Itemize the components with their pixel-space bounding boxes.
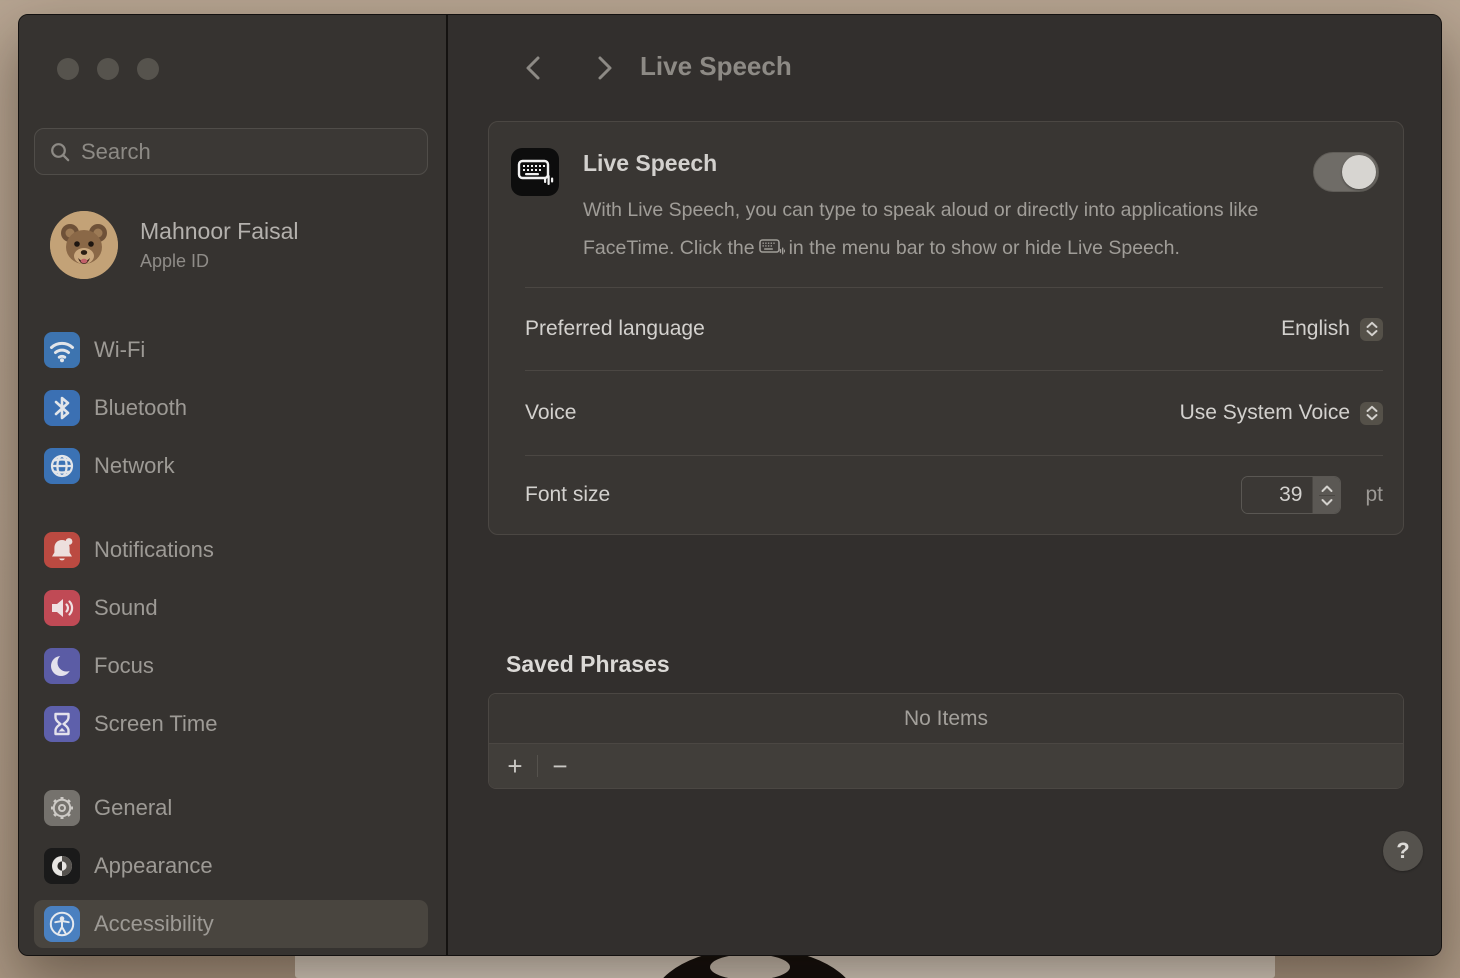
sidebar-item-notifications[interactable]: Notifications xyxy=(34,526,428,574)
traffic-lights xyxy=(57,58,159,80)
saved-phrases-list: No Items + − xyxy=(488,693,1404,789)
keyboard-icon xyxy=(759,237,785,257)
live-speech-card: Live Speech With Live Speech, you can ty… xyxy=(488,121,1404,535)
chevron-up-down-icon[interactable] xyxy=(1360,318,1383,341)
wifi-icon xyxy=(44,332,80,368)
font-size-row: Font size 39 pt xyxy=(525,455,1383,534)
profile-name: Mahnoor Faisal xyxy=(140,218,299,245)
sidebar-item-screen-time[interactable]: Screen Time xyxy=(34,700,428,748)
sidebar: Search Mahnoor Faisal Apple ID xyxy=(19,15,446,955)
live-speech-icon xyxy=(511,148,559,196)
sidebar-item-label: Screen Time xyxy=(94,711,218,737)
zoom-button[interactable] xyxy=(137,58,159,80)
gear-icon xyxy=(44,790,80,826)
search-icon xyxy=(49,141,71,163)
profile-subtitle: Apple ID xyxy=(140,251,299,272)
live-speech-toggle[interactable] xyxy=(1313,152,1379,192)
button-divider xyxy=(537,755,538,777)
close-button[interactable] xyxy=(57,58,79,80)
remove-phrase-button[interactable]: − xyxy=(544,751,576,781)
apple-id-item[interactable]: Mahnoor Faisal Apple ID xyxy=(50,211,299,279)
preferred-language-label: Preferred language xyxy=(525,317,705,341)
preferred-language-value: English xyxy=(1281,317,1350,341)
globe-icon xyxy=(44,448,80,484)
stepper-arrows[interactable] xyxy=(1312,477,1340,513)
font-size-value[interactable]: 39 xyxy=(1242,477,1312,513)
sidebar-group-network: Wi-Fi Bluetooth Network xyxy=(34,326,428,500)
sidebar-item-accessibility[interactable]: Accessibility xyxy=(34,900,428,948)
sidebar-item-network[interactable]: Network xyxy=(34,442,428,490)
sidebar-item-label: Notifications xyxy=(94,537,214,563)
stepper-down-icon xyxy=(1320,498,1334,507)
help-button[interactable]: ? xyxy=(1383,831,1423,871)
moon-icon xyxy=(44,648,80,684)
sidebar-item-sound[interactable]: Sound xyxy=(34,584,428,632)
preferred-language-control[interactable]: English xyxy=(1281,317,1383,341)
sidebar-item-label: Focus xyxy=(94,653,154,679)
stepper-up-icon xyxy=(1320,484,1334,493)
bluetooth-icon xyxy=(44,390,80,426)
sidebar-item-label: Sound xyxy=(94,595,158,621)
profile-text: Mahnoor Faisal Apple ID xyxy=(140,218,299,272)
sidebar-group-system: Notifications Sound Focus Screen Time xyxy=(34,526,428,758)
sidebar-item-label: Bluetooth xyxy=(94,395,187,421)
speaker-icon xyxy=(44,590,80,626)
live-speech-header: Live Speech With Live Speech, you can ty… xyxy=(489,122,1403,287)
font-size-control: 39 pt xyxy=(1241,476,1383,514)
live-speech-text: Live Speech With Live Speech, you can ty… xyxy=(583,148,1293,267)
preferred-language-row: Preferred language English xyxy=(525,287,1383,370)
empty-list-message: No Items xyxy=(489,694,1403,744)
add-phrase-button[interactable]: + xyxy=(499,751,531,781)
minimize-button[interactable] xyxy=(97,58,119,80)
accessibility-icon xyxy=(44,906,80,942)
font-size-stepper[interactable]: 39 xyxy=(1241,476,1341,514)
list-footer: + − xyxy=(489,744,1403,788)
sidebar-item-label: Appearance xyxy=(94,853,213,879)
voice-control[interactable]: Use System Voice xyxy=(1180,401,1383,425)
sidebar-item-wifi[interactable]: Wi-Fi xyxy=(34,326,428,374)
chevron-up-down-icon[interactable] xyxy=(1360,402,1383,425)
history-nav xyxy=(518,53,620,83)
bell-icon xyxy=(44,532,80,568)
voice-row: Voice Use System Voice xyxy=(525,370,1383,455)
page-title: Live Speech xyxy=(640,51,792,82)
sidebar-item-general[interactable]: General xyxy=(34,784,428,832)
font-size-unit: pt xyxy=(1365,483,1383,507)
sidebar-item-label: Accessibility xyxy=(94,911,214,937)
system-settings-window: Search Mahnoor Faisal Apple ID xyxy=(18,14,1442,956)
toggle-knob xyxy=(1342,155,1376,189)
sidebar-item-appearance[interactable]: Appearance xyxy=(34,842,428,890)
back-button[interactable] xyxy=(518,53,548,83)
appearance-icon xyxy=(44,848,80,884)
font-size-label: Font size xyxy=(525,483,610,507)
hourglass-icon xyxy=(44,706,80,742)
live-speech-description: With Live Speech, you can type to speak … xyxy=(583,191,1263,267)
sidebar-group-general: General Appearance Accessibility xyxy=(34,784,428,956)
search-placeholder: Search xyxy=(81,139,151,165)
voice-label: Voice xyxy=(525,401,576,425)
voice-value: Use System Voice xyxy=(1180,401,1350,425)
sidebar-item-bluetooth[interactable]: Bluetooth xyxy=(34,384,428,432)
avatar xyxy=(50,211,118,279)
search-input[interactable]: Search xyxy=(34,128,428,175)
saved-phrases-heading: Saved Phrases xyxy=(506,651,670,678)
forward-button[interactable] xyxy=(590,53,620,83)
sidebar-item-label: General xyxy=(94,795,172,821)
sidebar-item-label: Wi-Fi xyxy=(94,337,145,363)
sidebar-item-focus[interactable]: Focus xyxy=(34,642,428,690)
main-pane: Live Speech Live Speech With Live Speech… xyxy=(448,15,1441,955)
sidebar-item-label: Network xyxy=(94,453,175,479)
live-speech-title: Live Speech xyxy=(583,150,1293,177)
